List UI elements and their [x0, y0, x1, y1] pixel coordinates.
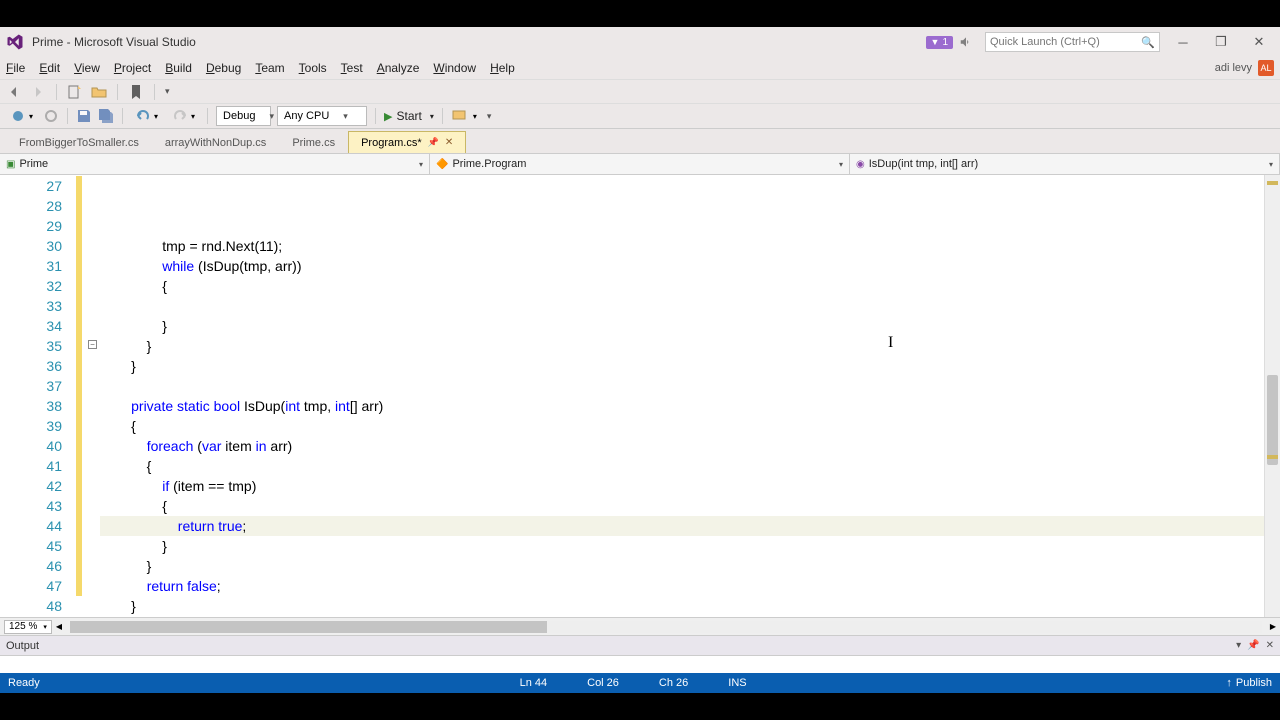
feedback-icon[interactable]: [959, 35, 973, 49]
menu-bar: File Edit View Project Build Debug Team Tools Te…: [0, 57, 1280, 79]
quick-launch-input[interactable]: [990, 36, 1141, 48]
dropdown-icon[interactable]: ▾: [1236, 640, 1241, 651]
close-panel-icon[interactable]: ✕: [1266, 640, 1274, 651]
menu-view[interactable]: View: [74, 61, 100, 75]
class-icon: 🔶: [436, 159, 448, 170]
code-editor[interactable]: 2728293031323334353637383940414243444546…: [0, 175, 1280, 617]
vs-logo-icon: [6, 33, 24, 51]
back-icon[interactable]: [6, 84, 22, 100]
status-col: Col 26: [587, 677, 619, 689]
notifications-badge[interactable]: ▼1: [926, 36, 953, 49]
tab-frombiggertosmaller-cs[interactable]: FromBiggerToSmaller.cs: [6, 131, 152, 153]
status-ready: Ready: [8, 677, 40, 689]
menu-edit[interactable]: Edit: [39, 61, 60, 75]
code-area[interactable]: tmp = rnd.Next(11); while (IsDup(tmp, ar…: [100, 175, 1264, 617]
pin-icon[interactable]: 📌: [1247, 640, 1259, 651]
publish-button[interactable]: ↑Publish: [1226, 677, 1272, 689]
minimize-button[interactable]: ─: [1168, 32, 1198, 52]
tab-program-cs-[interactable]: Program.cs*📌✕: [348, 131, 466, 153]
open-icon[interactable]: [43, 108, 59, 124]
publish-icon: ↑: [1226, 677, 1232, 689]
undo-button[interactable]: ▾: [131, 107, 162, 125]
save-all-icon[interactable]: [98, 108, 114, 124]
platform-dropdown[interactable]: Any CPU: [277, 106, 367, 126]
user-avatar: AL: [1258, 60, 1274, 76]
toolbar-build: ▾ ▾ ▾ Debug Any CPU ▶Start▾ ▾ ▾: [0, 103, 1280, 129]
menu-window[interactable]: Window: [433, 61, 476, 75]
csharp-project-icon: ▣: [6, 159, 15, 170]
editor-footer: 125 % ◀ ▶: [0, 617, 1280, 635]
bookmark-icon[interactable]: [128, 84, 144, 100]
status-char: Ch 26: [659, 677, 688, 689]
redo-button[interactable]: ▾: [168, 107, 199, 125]
window-title: Prime - Microsoft Visual Studio: [32, 35, 196, 49]
save-icon[interactable]: [76, 108, 92, 124]
member-dropdown[interactable]: ◉IsDup(int tmp, int[] arr): [850, 154, 1280, 174]
start-debug-button[interactable]: ▶Start▾: [384, 109, 434, 123]
pin-icon[interactable]: 📌: [428, 137, 439, 148]
output-panel-body: [0, 655, 1280, 673]
close-button[interactable]: ✕: [1244, 32, 1274, 52]
title-bar: Prime - Microsoft Visual Studio ▼1 🔍 ─ ❐…: [0, 27, 1280, 57]
line-numbers: 2728293031323334353637383940414243444546…: [0, 175, 76, 617]
output-panel-header[interactable]: Output ▾ 📌 ✕: [0, 635, 1280, 655]
vertical-scrollbar[interactable]: [1264, 175, 1280, 617]
menu-build[interactable]: Build: [165, 61, 192, 75]
quick-launch[interactable]: 🔍: [985, 32, 1160, 52]
tab-prime-cs[interactable]: Prime.cs: [279, 131, 348, 153]
search-icon: 🔍: [1141, 36, 1155, 49]
open-file-icon[interactable]: [91, 84, 107, 100]
restore-button[interactable]: ❐: [1206, 32, 1236, 52]
menu-help[interactable]: Help: [490, 61, 515, 75]
scroll-right-icon[interactable]: ▶: [1270, 622, 1276, 631]
navigation-bar: ▣Prime 🔶Prime.Program ◉IsDup(int tmp, in…: [0, 153, 1280, 175]
status-ins: INS: [728, 677, 746, 689]
menu-debug[interactable]: Debug: [206, 61, 241, 75]
solution-config-dropdown[interactable]: Debug: [216, 106, 271, 126]
menu-team[interactable]: Team: [255, 61, 284, 75]
toolbar-overflow-icon[interactable]: ▾: [487, 111, 492, 122]
menu-file[interactable]: File: [6, 61, 25, 75]
method-icon: ◉: [856, 159, 865, 170]
fold-toggle[interactable]: −: [88, 340, 97, 349]
toolbar-standard: ▾: [0, 79, 1280, 103]
scrollbar-thumb[interactable]: [1267, 375, 1278, 465]
project-dropdown[interactable]: ▣Prime: [0, 154, 430, 174]
user-account[interactable]: adi levy AL: [1215, 60, 1274, 76]
scroll-left-icon[interactable]: ◀: [56, 622, 62, 631]
overflow-icon[interactable]: ▾: [165, 86, 170, 97]
tab-arraywithnondup-cs[interactable]: arrayWithNonDup.cs: [152, 131, 279, 153]
menu-analyze[interactable]: Analyze: [377, 61, 420, 75]
menu-project[interactable]: Project: [114, 61, 151, 75]
class-dropdown[interactable]: 🔶Prime.Program: [430, 154, 850, 174]
close-tab-icon[interactable]: ✕: [445, 137, 453, 148]
menu-test[interactable]: Test: [341, 61, 363, 75]
change-indicator: [76, 175, 82, 617]
status-bar: Ready Ln 44 Col 26 Ch 26 INS ↑Publish: [0, 673, 1280, 693]
forward-icon[interactable]: [30, 84, 46, 100]
new-project-button[interactable]: ▾: [6, 107, 37, 125]
visual-studio-window: Prime - Microsoft Visual Studio ▼1 🔍 ─ ❐…: [0, 27, 1280, 693]
new-file-icon[interactable]: [67, 84, 83, 100]
outline-margin[interactable]: −: [86, 175, 100, 617]
zoom-dropdown[interactable]: 125 %: [4, 620, 52, 634]
horizontal-scrollbar[interactable]: [70, 621, 1262, 633]
status-line: Ln 44: [520, 677, 548, 689]
document-tabs: FromBiggerToSmaller.csarrayWithNonDup.cs…: [0, 129, 1280, 153]
menu-tools[interactable]: Tools: [299, 61, 327, 75]
browser-link-icon[interactable]: [451, 108, 467, 124]
